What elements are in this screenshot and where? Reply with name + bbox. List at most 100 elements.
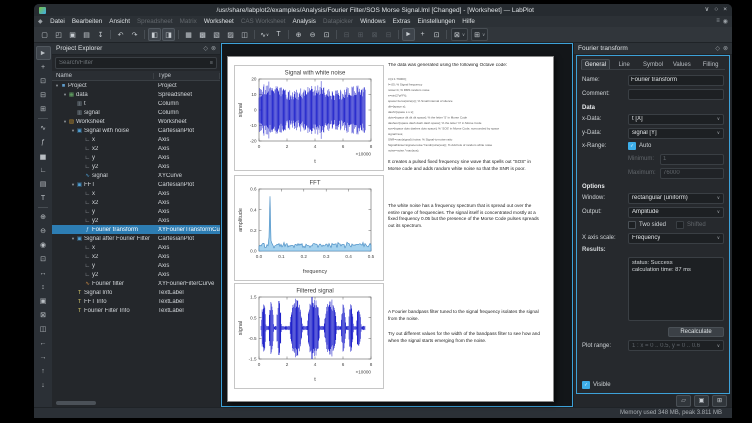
shift-left-button[interactable]: ←	[36, 336, 51, 350]
redo-button[interactable]: ↷	[128, 28, 141, 41]
tab-line[interactable]: Line	[610, 59, 639, 69]
shift-down-button[interactable]: ↓	[36, 378, 51, 392]
zoom-fit-button[interactable]: ⊡	[320, 28, 333, 41]
tree-row-y[interactable]: ∟yAxis	[52, 207, 220, 216]
tree-row-x[interactable]: ∟xAxis	[52, 189, 220, 198]
tree-row-x2[interactable]: ∟x2Axis	[52, 252, 220, 261]
template-save-button[interactable]: ▣	[694, 395, 709, 407]
auto-scale-y-button[interactable]: ◫	[36, 322, 51, 336]
float-dock-icon[interactable]: ◇	[203, 45, 208, 52]
close-dock-icon[interactable]: ⊗	[723, 45, 728, 52]
zoom-y-select-tool-button[interactable]: ⊞	[36, 102, 51, 116]
tree-row-signal[interactable]: ∿signalXYCurve	[52, 171, 220, 180]
tree-row-signal-after-fourier-filter[interactable]: ▾▣Signal after Fourier FilterCartesianPl…	[52, 234, 220, 243]
zoom-mode-combo[interactable]: ⊠∨	[451, 28, 468, 41]
tree-row-x2[interactable]: ∟x2Axis	[52, 198, 220, 207]
toggle-properties-dock-button[interactable]: ◨	[162, 28, 175, 41]
magnification-combo[interactable]: ⊞∨	[471, 28, 488, 41]
tree-row-y2[interactable]: ∟y2Axis	[52, 270, 220, 279]
tree-row-fft[interactable]: ▾▣FFTCartesianPlot	[52, 180, 220, 189]
auto-scale-x-button[interactable]: ⊠	[36, 308, 51, 322]
tree-row-fourier-filter-info[interactable]: TFourier Filter InfoTextLabel	[52, 306, 220, 315]
export-button[interactable]: ↧	[94, 28, 107, 41]
zoom-fit-height-button[interactable]: ↕	[36, 280, 51, 294]
tree-row-project[interactable]: ▾■ProjectProject	[52, 81, 220, 90]
pointer-tool-button[interactable]: ►	[36, 46, 51, 60]
new-notes-button[interactable]: ▨	[224, 28, 237, 41]
print-button[interactable]: ▤	[80, 28, 93, 41]
shift-right-button[interactable]: →	[36, 350, 51, 364]
explorer-horizontal-scrollbar[interactable]	[54, 401, 218, 406]
minimize-icon[interactable]: ∨	[705, 7, 710, 14]
zoom-fit-page-button[interactable]: ⊡	[36, 252, 51, 266]
project-explorer-header[interactable]: Project Explorer ◇ ⊗	[52, 43, 220, 55]
plot-fft[interactable]: FFT0.00.10.20.30.40.50.00.20.40.6frequen…	[234, 175, 384, 281]
open-project-button[interactable]: ◰	[52, 28, 65, 41]
save-project-button[interactable]: ▣	[66, 28, 79, 41]
column-header-name[interactable]: Name	[52, 73, 154, 79]
menu-extras[interactable]: Extras	[389, 18, 414, 25]
tab-values[interactable]: Values	[667, 59, 696, 69]
close-icon[interactable]: ×	[723, 7, 727, 14]
y-data-combo[interactable]: signal [Y] ∨	[628, 128, 724, 139]
zoom-in-button[interactable]: ⊕	[292, 28, 305, 41]
maximize-icon[interactable]: ○	[714, 7, 718, 14]
zoom-select-tool-button[interactable]: ⊡	[36, 74, 51, 88]
search-input[interactable]	[59, 60, 208, 66]
tree-row-x[interactable]: ∟xAxis	[52, 135, 220, 144]
zoom-origin-tool-button[interactable]: ◉	[36, 238, 51, 252]
new-text-label-button[interactable]: T	[272, 28, 285, 41]
add-curve-button[interactable]: ∿	[36, 121, 51, 135]
undo-button[interactable]: ↶	[114, 28, 127, 41]
comment-field[interactable]	[628, 89, 724, 100]
tab-filling[interactable]: Filling	[696, 59, 725, 69]
worksheet-view[interactable]: Signal with white noise02468-20-1001020t…	[221, 43, 573, 407]
tree-row-fourier-filter[interactable]: ∿Fourier filterXYFourierFilterCurve	[52, 279, 220, 288]
plot-range-combo[interactable]: 1 : x = 0 .. 0.5, y = 0 .. 0.6 ∨	[628, 340, 724, 351]
crosshair-tool-button[interactable]: +	[36, 60, 51, 74]
tree-row-data[interactable]: ▾▦dataSpreadsheet	[52, 90, 220, 99]
close-dock-icon[interactable]: ⊗	[211, 45, 216, 52]
tree-row-t[interactable]: ▥tColumn	[52, 99, 220, 108]
window-combo[interactable]: rectangular (uniform) ∨	[628, 193, 724, 204]
visible-checkbox[interactable]: ✓	[582, 381, 590, 389]
zoom-out-tool-button[interactable]: ⊖	[36, 224, 51, 238]
menu-analysis[interactable]: Analysis	[289, 18, 319, 25]
plot-signal-with-white-noise[interactable]: Signal with white noise02468-20-1001020t…	[234, 65, 384, 171]
shift-up-button[interactable]: ↑	[36, 364, 51, 378]
zoom-x-select-tool-button[interactable]: ⊟	[36, 88, 51, 102]
tree-row-x2[interactable]: ∟x2Axis	[52, 144, 220, 153]
new-worksheet-button[interactable]: ▧	[210, 28, 223, 41]
configure-toolbars-icon[interactable]: ◉	[723, 18, 728, 25]
template-apply-button[interactable]: ⊞	[712, 395, 727, 407]
filter-icon[interactable]: ≡	[210, 60, 213, 66]
menu-einstellungen[interactable]: Einstellungen	[414, 18, 459, 25]
tree-row-y2[interactable]: ∟y2Axis	[52, 162, 220, 171]
selection-mode-button[interactable]: ⊡	[430, 28, 443, 41]
tab-general[interactable]: General	[581, 59, 610, 69]
new-datapicker-button[interactable]: ◫	[238, 28, 251, 41]
properties-header[interactable]: Fourier transform ◇ ⊗	[574, 43, 732, 55]
tree-row-signal-info[interactable]: TSignal InfoTextLabel	[52, 288, 220, 297]
titlebar[interactable]: /usr/share/labplot2/examples/Analysis/Fo…	[34, 4, 732, 16]
plot-filtered-signal[interactable]: Filtered signal02468-1.5-0.50.51.5t×1000…	[234, 283, 384, 389]
tree-row-x[interactable]: ∟xAxis	[52, 243, 220, 252]
add-equation-curve-button[interactable]: ƒ	[36, 135, 51, 149]
menu-datei[interactable]: Datei	[47, 18, 69, 25]
tree-row-fft-info[interactable]: TFFT InfoTextLabel	[52, 297, 220, 306]
column-header-type[interactable]: Type	[154, 73, 220, 79]
menu-ansicht[interactable]: Ansicht	[106, 18, 134, 25]
crosshair-mode-button[interactable]: +	[416, 28, 429, 41]
new-matrix-button[interactable]: ▩	[196, 28, 209, 41]
new-project-button[interactable]: ▢	[38, 28, 51, 41]
x-data-combo[interactable]: t [X] ∨	[628, 114, 724, 125]
tree-row-signal-with-noise[interactable]: ▾▣Signal with noiseCartesianPlot	[52, 126, 220, 135]
toggle-project-explorer-button[interactable]: ◧	[148, 28, 161, 41]
two-sided-checkbox[interactable]	[628, 221, 636, 229]
tab-symbol[interactable]: Symbol	[639, 59, 668, 69]
menu-bearbeiten[interactable]: Bearbeiten	[68, 18, 105, 25]
menu-windows[interactable]: Windows	[357, 18, 390, 25]
zoom-out-button[interactable]: ⊖	[306, 28, 319, 41]
new-plot-button[interactable]: ∿∨	[258, 28, 271, 41]
output-combo[interactable]: Amplitude ∨	[628, 207, 724, 218]
